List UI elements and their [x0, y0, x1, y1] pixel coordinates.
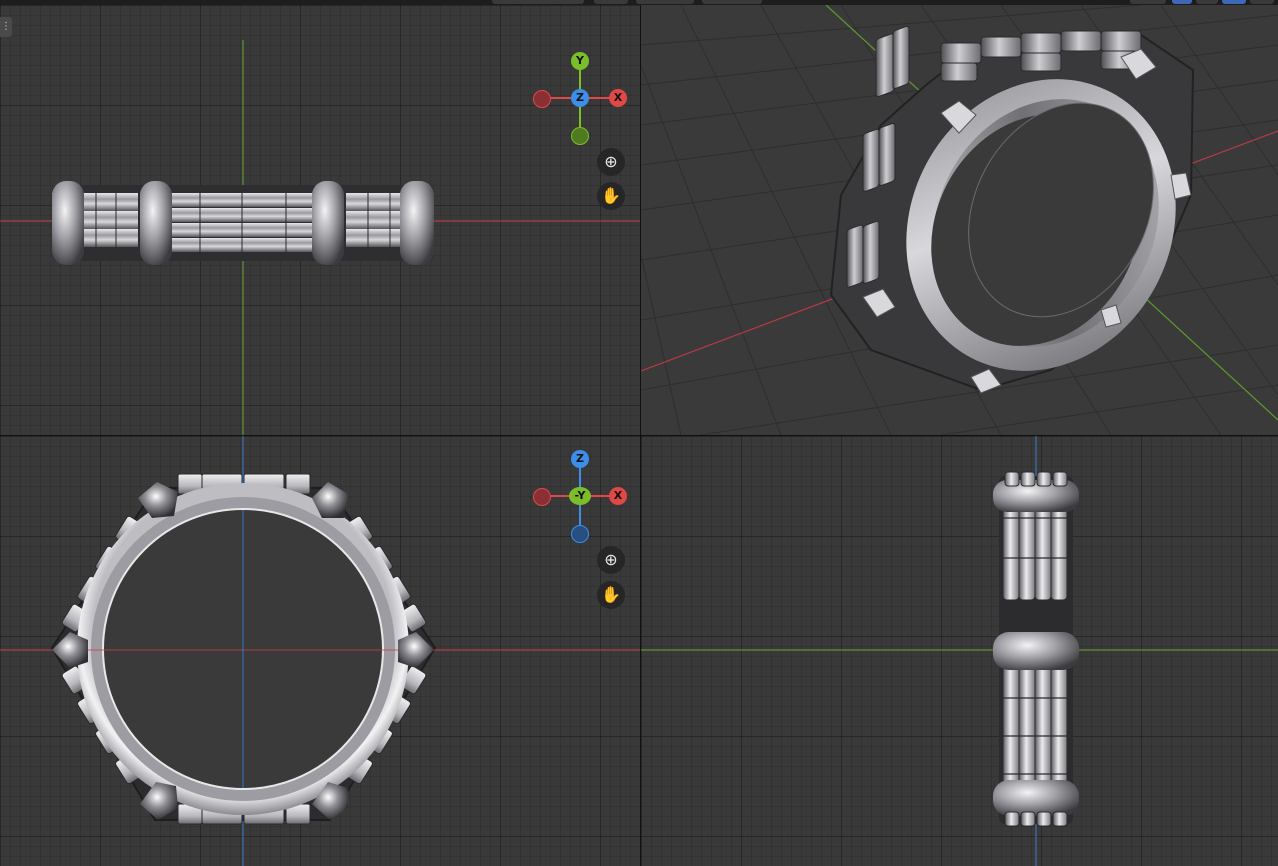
view-options-icon[interactable]: ⋮ — [0, 17, 12, 37]
gizmo-x-axis[interactable]: X — [609, 487, 627, 505]
zoom-in-icon[interactable]: ⊕ — [597, 546, 625, 574]
gizmo-z-axis[interactable]: Z — [571, 450, 589, 468]
toolbar-button[interactable] — [702, 0, 762, 4]
viewport-side[interactable] — [641, 436, 1278, 866]
perspective-scene — [641, 5, 1278, 435]
ring-side-view — [993, 471, 1079, 827]
ring-perspective — [829, 25, 1195, 394]
toolbar-button[interactable] — [1250, 0, 1274, 4]
gizmo-neg-y-axis[interactable] — [571, 127, 589, 145]
gizmo-x-axis[interactable]: X — [609, 89, 627, 107]
gizmo-z-axis[interactable]: Z — [571, 89, 589, 107]
ring-band-front — [52, 181, 434, 265]
gizmo-neg-x-axis[interactable] — [533, 90, 551, 108]
gizmo-neg-x-axis[interactable] — [533, 488, 551, 506]
toolbar-toggle[interactable] — [1172, 0, 1192, 4]
toolbar-button[interactable] — [492, 0, 584, 4]
gizmo-neg-y-axis[interactable]: -Y — [569, 487, 591, 505]
toolbar-button[interactable] — [1130, 0, 1166, 4]
navigation-gizmo-top[interactable]: Z -Y X — [530, 446, 630, 546]
toolbar-button[interactable] — [636, 0, 694, 4]
gizmo-y-axis[interactable]: Y — [571, 52, 589, 70]
hand-pan-icon[interactable]: ✋ — [597, 581, 625, 609]
viewport-top[interactable]: Z -Y X ⊕ ✋ — [0, 436, 640, 866]
viewport-perspective[interactable] — [641, 5, 1278, 435]
navigation-gizmo-front[interactable]: Y Z X — [530, 48, 630, 148]
gizmo-neg-z-axis[interactable] — [571, 525, 589, 543]
toolbar-button[interactable] — [1196, 0, 1218, 4]
toolbar-button[interactable] — [594, 0, 628, 4]
hand-pan-icon[interactable]: ✋ — [597, 182, 625, 210]
viewport-divider-horizontal[interactable] — [0, 435, 1278, 436]
toolbar-toggle[interactable] — [1222, 0, 1246, 4]
viewport-front[interactable]: ⋮ Y Z X ⊕ ✋ — [0, 5, 640, 435]
zoom-in-icon[interactable]: ⊕ — [597, 148, 625, 176]
side-view-scene — [641, 436, 1278, 866]
